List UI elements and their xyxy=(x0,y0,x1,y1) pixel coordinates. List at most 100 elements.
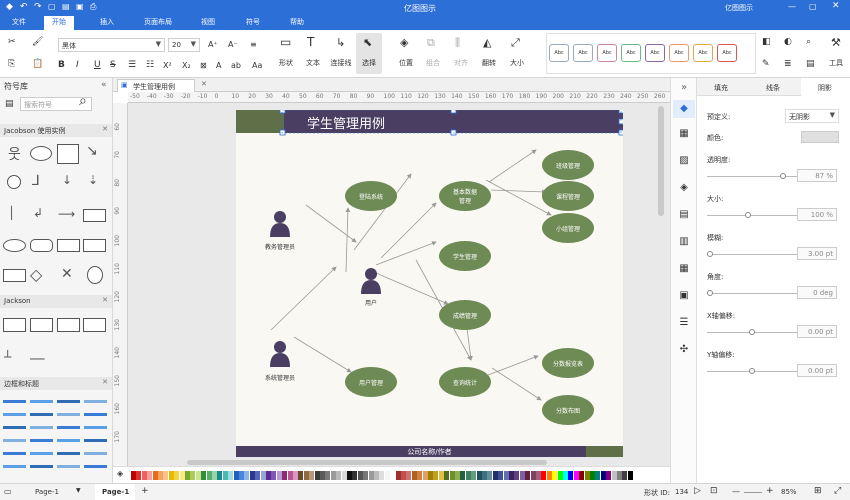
actor-user[interactable] xyxy=(361,268,381,294)
font-shrink-icon[interactable]: A⁻ xyxy=(228,39,238,50)
expand-panel-icon[interactable]: » xyxy=(678,82,690,94)
palette-color-swatch[interactable] xyxy=(600,471,606,480)
jackson-process-shape[interactable] xyxy=(3,318,26,332)
table-panel-icon[interactable]: ▦ xyxy=(678,263,690,275)
border-thumbnail[interactable] xyxy=(30,413,53,416)
diagram-page[interactable]: 学生管理用例 公司名称/作者 教务管理员 用户 系统管理员 登陆系统 基本数据 … xyxy=(236,110,623,457)
palette-color-swatch[interactable] xyxy=(228,471,234,480)
page-selector[interactable]: Page-1 xyxy=(35,488,59,496)
palette-color-swatch[interactable] xyxy=(374,471,379,480)
format-panel-icon[interactable]: ☰ xyxy=(678,317,690,329)
palette-color-swatch[interactable] xyxy=(406,471,412,480)
page-panel-icon[interactable]: ▤ xyxy=(678,209,690,221)
tab-fill[interactable]: 填充 xyxy=(714,83,728,93)
jackson-module-shape[interactable] xyxy=(30,318,53,332)
hexagon-shape[interactable] xyxy=(57,239,80,252)
palette-color-swatch[interactable] xyxy=(573,471,579,480)
preset-select[interactable]: 无阴影 ▼ xyxy=(785,109,839,123)
palette-color-swatch[interactable] xyxy=(514,471,520,480)
palette-color-swatch[interactable] xyxy=(422,471,428,480)
border-thumbnail[interactable] xyxy=(3,426,26,429)
roundrect-shape[interactable] xyxy=(30,239,53,252)
field-value-input[interactable]: 87 % xyxy=(797,169,837,182)
border-thumbnail[interactable] xyxy=(57,465,80,468)
palette-color-swatch[interactable] xyxy=(255,471,261,480)
connector-tool-icon[interactable]: ↳ xyxy=(336,37,345,48)
palette-color-swatch[interactable] xyxy=(536,471,541,480)
group-icon[interactable]: ⧉ xyxy=(427,37,435,48)
collapse-icon[interactable]: « xyxy=(101,80,107,90)
tab-shadow[interactable]: 阴影 xyxy=(818,83,832,93)
tools-icon[interactable]: ⚒ xyxy=(831,37,841,48)
connector-line[interactable] xyxy=(293,336,352,373)
slider-knob[interactable] xyxy=(749,368,755,374)
open-icon[interactable]: ▤ xyxy=(62,2,70,11)
connector-line[interactable] xyxy=(305,204,357,243)
vline-shape[interactable]: │ xyxy=(8,206,15,220)
flip-label[interactable]: 翻转 xyxy=(477,58,501,68)
field-slider[interactable] xyxy=(707,368,797,374)
superscript-icon[interactable]: X² xyxy=(163,60,172,71)
box-shape[interactable] xyxy=(57,144,79,164)
style-swatch-7[interactable]: Abc xyxy=(693,44,713,62)
palette-color-swatch[interactable] xyxy=(390,471,396,480)
palette-color-swatch[interactable] xyxy=(325,471,331,480)
layers-panel-icon[interactable]: ◈ xyxy=(678,182,690,194)
user-account[interactable]: 亿图图示 xyxy=(725,3,753,13)
oval-shape[interactable] xyxy=(87,266,103,284)
resize-handle[interactable] xyxy=(279,110,286,114)
field-value-input[interactable]: 0.00 pt xyxy=(797,325,837,338)
field-value-input[interactable]: 100 % xyxy=(797,208,837,221)
maximize-icon[interactable]: ▢ xyxy=(809,2,817,11)
bold-icon[interactable]: B xyxy=(58,60,65,71)
highlight-icon[interactable]: ab xyxy=(231,60,241,71)
select-tool-icon[interactable]: ⬉ xyxy=(363,37,372,48)
field-slider[interactable] xyxy=(707,329,797,335)
cross-shape[interactable]: ✕ xyxy=(61,266,73,282)
palette-color-swatch[interactable] xyxy=(293,471,298,480)
palette-color-swatch[interactable] xyxy=(492,471,498,480)
border-thumbnail[interactable] xyxy=(3,465,26,468)
palette-color-swatch[interactable] xyxy=(298,471,304,480)
palette-color-swatch[interactable] xyxy=(379,471,385,480)
palette-color-swatch[interactable] xyxy=(401,471,406,480)
menu-view[interactable]: 视图 xyxy=(201,17,215,27)
palette-color-swatch[interactable] xyxy=(384,471,390,480)
palette-color-swatch[interactable] xyxy=(465,471,471,480)
color-swatch[interactable] xyxy=(801,131,839,143)
palette-color-swatch[interactable] xyxy=(428,471,433,480)
resize-handle[interactable] xyxy=(450,129,457,136)
fill-panel-icon[interactable]: ◆ xyxy=(678,103,690,115)
diamond-shape[interactable]: ◇ xyxy=(30,265,42,284)
slider-knob[interactable] xyxy=(780,173,787,179)
palette-color-swatch[interactable] xyxy=(460,471,466,480)
palette-color-swatch[interactable] xyxy=(239,471,244,480)
fullscreen-icon[interactable]: ⤢ xyxy=(834,486,841,496)
palette-color-swatch[interactable] xyxy=(627,471,633,480)
palette-color-swatch[interactable] xyxy=(212,471,217,480)
palette-color-swatch[interactable] xyxy=(525,471,531,480)
ellipse-shape[interactable] xyxy=(3,239,26,252)
size-label[interactable]: 大小 xyxy=(505,58,529,68)
font-family-select[interactable]: 黑体 ▼ xyxy=(58,38,165,52)
palette-color-swatch[interactable] xyxy=(449,471,455,480)
style-swatch-3[interactable]: Abc xyxy=(597,44,617,62)
zoom-level[interactable]: 85% xyxy=(781,488,797,496)
palette-color-swatch[interactable] xyxy=(438,471,444,480)
align-label[interactable]: 对齐 xyxy=(449,58,473,68)
shape-tool-label[interactable]: 形状 xyxy=(274,58,298,68)
style-swatch-4[interactable]: Abc xyxy=(621,44,641,62)
library-menu-icon[interactable]: ▤ xyxy=(5,99,14,109)
paste-icon[interactable]: 📋 xyxy=(32,59,43,70)
jackson-tree-shape[interactable]: ┴ xyxy=(4,350,11,364)
magnify-icon[interactable]: ⌕ xyxy=(806,37,811,48)
actor-admin[interactable] xyxy=(270,341,290,367)
align-text-icon[interactable]: ≡ xyxy=(250,39,257,50)
palette-color-swatch[interactable] xyxy=(287,471,293,480)
shape-tool-icon[interactable]: ▭ xyxy=(280,36,291,48)
search-icon[interactable]: ⌕ xyxy=(79,93,87,109)
section-borders-titles[interactable]: 边框和标题 ✕ xyxy=(0,377,112,390)
strikethrough-icon[interactable]: S xyxy=(110,60,116,71)
size-icon[interactable]: ⤢ xyxy=(511,37,520,48)
palette-color-swatch[interactable] xyxy=(482,471,487,480)
